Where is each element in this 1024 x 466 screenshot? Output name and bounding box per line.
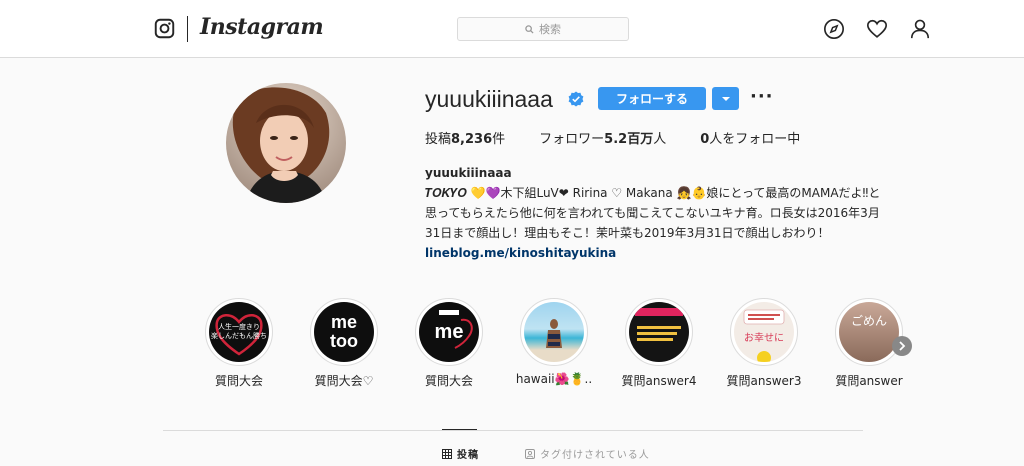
highlight-item[interactable]: 質問answer4 [619,298,699,389]
highlight-label: 質問answer [835,374,903,388]
top-navigation-bar: Instagram 検索 [0,0,1024,58]
following-count[interactable]: 0人をフォロー中 [700,128,800,147]
compass-icon[interactable] [823,18,845,40]
profile-username: yuuukiiinaaa [425,86,553,112]
highlight-label: 質問answer4 [621,374,697,388]
logo-divider [187,16,188,42]
search-input[interactable]: 検索 [457,17,629,41]
instagram-wordmark[interactable]: Instagram [200,14,324,40]
active-tab-indicator [442,429,477,430]
highlight-cover-text: me [434,320,464,343]
search-placeholder: 検索 [539,23,561,36]
beach-photo-icon [546,319,562,348]
tabs-divider [163,430,863,431]
highlight-cover: me too [314,302,374,362]
more-options-icon[interactable]: ··· [750,86,774,107]
tagged-person-icon [525,448,535,459]
tab-posts-label: 投稿 [457,450,479,461]
bio-line: 思ってもらえたら他に何を言われても聞こえてこないユキナ育。ロ長女は2016年3月 [425,206,880,220]
bio-full-name: yuuukiiinaaa [425,166,512,180]
tab-posts[interactable]: 投稿 [442,446,479,461]
grid-icon [442,448,452,459]
story-highlights: 人生一度きり 楽しんだもん勝ち 質問大会 me too 質問大会♡ me 質問大… [199,298,919,398]
highlight-cover-text: 人生一度きり 楽しんだもん勝ち [211,323,267,340]
highlight-label: 質問大会♡ [314,374,374,388]
highlight-label: hawaii🌺🍍.. [515,372,593,386]
bio-line: 31日まで顔出し！理由もそこ！茉叶菜も2019年3月31日で顔出しおわり！ [425,226,830,240]
highlight-item[interactable]: hawaii🌺🍍.. [514,298,594,386]
highlight-cover: me [419,302,479,362]
tab-tagged-label: タグ付けされている人 [540,450,650,461]
suggested-accounts-dropdown-button[interactable] [712,87,739,110]
profile-avatar[interactable] [226,83,346,203]
highlight-item[interactable]: me 質問大会 [409,298,489,389]
person-icon[interactable] [909,18,931,40]
highlight-cover: お幸せに [734,302,794,362]
bio-line: 𝑻𝑶𝑲𝒀𝑶 💛💜木下組LuV❤ Ririna ♡ Makana 👧👶娘にとって最… [425,186,881,200]
bio-website-link[interactable]: lineblog.me/kinoshitayukina [425,243,925,263]
search-icon [525,24,534,34]
highlight-label: 質問大会 [424,374,473,388]
chevron-right-icon [899,341,906,351]
highlight-cover: 人生一度きり 楽しんだもん勝ち [209,302,269,362]
highlight-label: 質問大会 [214,374,263,388]
highlight-cover [629,302,689,362]
highlight-item[interactable]: me too 質問大会♡ [304,298,384,389]
heart-icon[interactable] [866,18,888,40]
highlight-label: 質問answer3 [726,374,802,388]
highlights-next-button[interactable] [892,336,912,356]
highlight-cover: ごめん [839,302,899,362]
highlight-item[interactable]: お幸せに 質問answer3 [724,298,804,389]
verified-badge-icon [568,91,584,107]
highlight-cover [524,302,584,362]
profile-stats: 投稿8,236件 フォロワー5.2百万人 0人をフォロー中 [425,128,834,147]
question-card-icon [635,308,683,341]
instagram-logo-icon[interactable] [154,18,175,39]
highlight-cover-text: me too [330,312,358,351]
posts-count: 投稿8,236件 [425,132,506,147]
tab-tagged[interactable]: タグ付けされている人 [525,446,650,461]
highlight-item[interactable]: 人生一度きり 楽しんだもん勝ち 質問大会 [199,298,279,389]
highlight-cover-text: お幸せに [744,332,784,344]
followers-count[interactable]: フォロワー5.2百万人 [539,128,666,147]
profile-bio: yuuukiiinaaa 𝑻𝑶𝑲𝒀𝑶 💛💜木下組LuV❤ Ririna ♡ Ma… [425,163,925,263]
follow-button[interactable]: フォローする [598,87,706,110]
highlight-cover-text: ごめん [850,313,887,328]
